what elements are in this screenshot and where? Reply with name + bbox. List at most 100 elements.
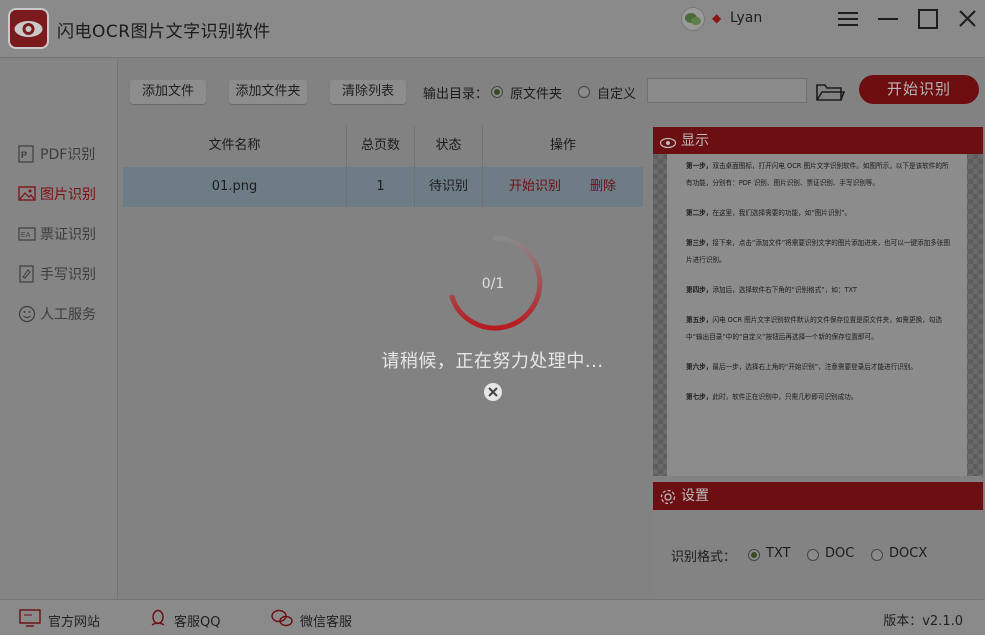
doc-paragraph: 第三步，接下来，点击“添加文件”将需要识别文字的图片添加进来，也可以一键添加多张…: [686, 235, 955, 269]
cell-status: 待识别: [428, 179, 468, 194]
column-divider: [346, 126, 347, 208]
progress-count: 0/1: [481, 276, 505, 292]
col-file-name: 文件名称: [208, 138, 261, 153]
sidebar-item-handwriting[interactable]: 手写识别: [17, 263, 113, 285]
app-title: 闪电OCR图片文字识别软件: [57, 22, 271, 42]
qq-support-link[interactable]: 客服QQ: [148, 608, 220, 632]
preview-document: 第一步，双击桌面图标，打开闪电 OCR 图片文字识别软件。如图所示，以下是该软件…: [667, 154, 967, 476]
radio-format-txt[interactable]: [748, 549, 760, 561]
doc-step-label: 第一步，: [686, 162, 713, 170]
start-recognition-button[interactable]: 开始识别: [859, 75, 979, 104]
minimize-icon[interactable]: [875, 6, 903, 32]
website-link[interactable]: 官方网站: [18, 608, 100, 632]
maximize-icon[interactable]: [914, 6, 942, 32]
radio-source-folder-label[interactable]: 原文件夹: [510, 83, 562, 102]
footer: 官方网站 客服QQ 微信客服 版本：v2.1.0: [0, 599, 985, 635]
col-status: 状态: [435, 138, 462, 153]
doc-paragraph: 第五步，闪电 OCR 图片文字识别软件默认的文件保存位置是原文件夹，如需更换，勾…: [686, 312, 955, 346]
add-file-button[interactable]: 添加文件: [130, 80, 206, 104]
app-logo-icon: [8, 8, 49, 49]
sidebar-item-service[interactable]: 人工服务: [17, 303, 113, 325]
qq-penguin-icon: [148, 608, 168, 632]
processing-message: 请稍候，正在努力处理中...: [381, 351, 604, 372]
close-icon[interactable]: [954, 6, 982, 32]
wechat-icon: [270, 608, 294, 632]
doc-step-label: 第六步，: [686, 363, 713, 371]
vip-gem-icon: ◆: [712, 11, 722, 25]
qq-label: 客服QQ: [174, 614, 221, 630]
doc-step-text: 此时，软件正在识别中，只需几秒即可识别成功。: [712, 393, 858, 401]
row-delete-button[interactable]: 删除: [579, 167, 627, 207]
menu-icon[interactable]: [835, 6, 863, 32]
sidebar: [0, 59, 118, 599]
display-panel-header: 显示: [653, 127, 983, 155]
version-text: 版本：v2.1.0: [883, 614, 963, 629]
doc-paragraph: 第七步，此时，软件正在识别中，只需几秒即可识别成功。: [686, 389, 955, 406]
settings-panel-title: 设置: [681, 488, 709, 504]
radio-format-doc[interactable]: [807, 549, 819, 561]
monitor-icon: [18, 608, 42, 632]
doc-paragraph: 第一步，双击桌面图标，打开闪电 OCR 图片文字识别软件。如图所示，以下是该软件…: [686, 158, 955, 192]
svg-text:P: P: [21, 150, 27, 160]
doc-step-text: 添加后，选择软件右下角的“识别格式”，如：TXT: [712, 286, 857, 294]
doc-paragraph: 第四步，添加后，选择软件右下角的“识别格式”，如：TXT: [686, 282, 955, 299]
format-txt-label[interactable]: TXT: [766, 546, 791, 561]
doc-step-label: 第七步，: [686, 393, 713, 401]
image-icon: [17, 184, 37, 204]
sidebar-item-label: 票证识别: [40, 227, 96, 243]
user-avatar[interactable]: [681, 7, 705, 31]
pdf-icon: P: [17, 144, 37, 164]
ticket-icon: EA: [17, 224, 37, 244]
format-label: 识别格式：: [671, 550, 737, 565]
doc-step-label: 第三步，: [686, 239, 713, 247]
sidebar-item-label: 人工服务: [40, 307, 96, 323]
cancel-processing-icon[interactable]: [483, 382, 503, 402]
column-divider: [414, 126, 415, 208]
doc-step-text: 双击桌面图标，打开闪电 OCR 图片文字识别软件。如图所示，以下是该软件的所有功…: [686, 162, 949, 187]
sidebar-item-label: PDF识别: [40, 147, 96, 163]
column-divider: [482, 126, 483, 208]
row-start-button[interactable]: 开始识别: [495, 167, 575, 207]
doc-step-label: 第五步，: [686, 316, 713, 324]
doc-step-text: 接下来，点击“添加文件”将需要识别文字的图片添加进来，也可以一键添加多张图片进行…: [686, 239, 950, 264]
format-docx-label[interactable]: DOCX: [889, 546, 927, 561]
table-row[interactable]: 01.png 1 待识别 开始识别 删除: [123, 167, 643, 207]
image-preview[interactable]: 第一步，双击桌面图标，打开闪电 OCR 图片文字识别软件。如图所示，以下是该软件…: [653, 154, 983, 476]
radio-source-folder[interactable]: [491, 86, 503, 98]
add-folder-button[interactable]: 添加文件夹: [229, 80, 307, 104]
doc-paragraph: 第二步，在这里，我们选择需要的功能，如“图片识别”。: [686, 205, 955, 222]
output-path-input[interactable]: [647, 78, 807, 103]
cell-file-name: 01.png: [211, 179, 258, 194]
col-actions: 操作: [549, 138, 576, 153]
doc-paragraph: 第六步，最后一步，选择右上角的“开始识别”，注意需要登录后才能进行识别。: [686, 359, 955, 376]
sidebar-item-pdf[interactable]: P PDF识别: [17, 143, 113, 165]
format-doc-label[interactable]: DOC: [825, 546, 854, 561]
sidebar-item-image[interactable]: 图片识别: [17, 183, 113, 205]
radio-custom-folder[interactable]: [578, 86, 590, 98]
col-pages: 总页数: [360, 138, 400, 153]
sidebar-item-ticket[interactable]: EA 票证识别: [17, 223, 113, 245]
radio-format-docx[interactable]: [871, 549, 883, 561]
doc-step-label: 第四步，: [686, 286, 713, 294]
sidebar-item-label: 手写识别: [40, 267, 96, 283]
clear-list-button[interactable]: 清除列表: [330, 80, 406, 104]
radio-custom-folder-label[interactable]: 自定义: [597, 83, 636, 102]
settings-panel-header: 设置: [653, 482, 983, 510]
cell-pages: 1: [376, 179, 385, 194]
title-bar: 闪电OCR图片文字识别软件 ◆ Lyan: [0, 0, 985, 58]
folder-open-icon[interactable]: [815, 81, 846, 107]
display-panel-title: 显示: [681, 133, 709, 149]
table-header: 文件名称 总页数 状态 操作: [123, 126, 643, 166]
smile-icon: [17, 304, 37, 324]
wechat-label: 微信客服: [300, 614, 353, 630]
doc-step-text: 闪电 OCR 图片文字识别软件默认的文件保存位置是原文件夹，如需更换，勾选中“输…: [686, 316, 942, 341]
svg-text:EA: EA: [21, 232, 31, 239]
handwriting-icon: [17, 264, 37, 284]
doc-step-text: 最后一步，选择右上角的“开始识别”，注意需要登录后才能进行识别。: [712, 363, 918, 371]
website-label: 官方网站: [48, 614, 101, 630]
username[interactable]: Lyan: [730, 10, 762, 26]
sidebar-item-label: 图片识别: [40, 187, 96, 203]
output-dir-label: 输出目录：: [423, 87, 489, 102]
wechat-support-link[interactable]: 微信客服: [270, 608, 352, 632]
doc-step-label: 第二步，: [686, 209, 713, 217]
